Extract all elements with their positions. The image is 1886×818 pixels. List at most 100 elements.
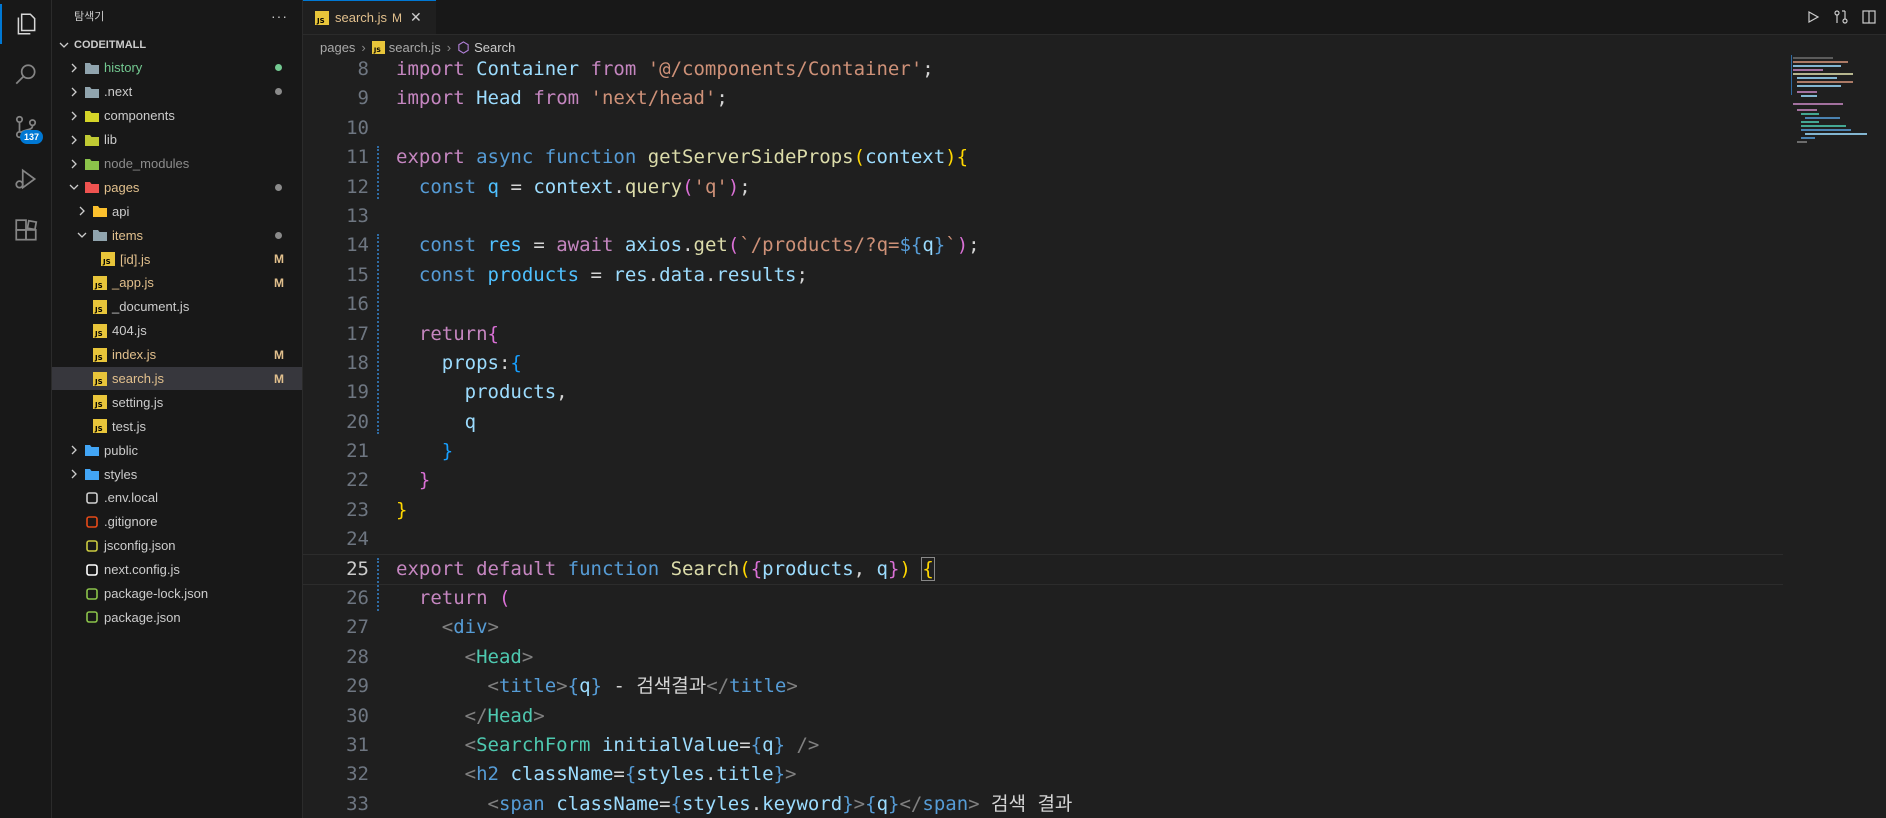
tree-item-history[interactable]: history	[52, 56, 302, 80]
svg-text:JS: JS	[94, 378, 103, 386]
tree-item-next-config-js[interactable]: next.config.js	[52, 558, 302, 582]
line-text: <div>	[441, 616, 499, 639]
tab-search-js[interactable]: JS search.js M ✕	[303, 0, 436, 34]
line-text: <span className={styles.keyword}>{q}</sp…	[487, 792, 1073, 815]
tree-item-pages[interactable]: pages	[52, 175, 302, 199]
vertical-scrollbar[interactable]	[1878, 55, 1886, 818]
code-line[interactable]: 8 import Container from '@/components/Con…	[303, 55, 1783, 84]
line-number: 30	[346, 704, 369, 727]
code-line[interactable]: 19 products,	[303, 378, 1783, 407]
tree-item-public[interactable]: public	[52, 438, 302, 462]
line-text: <SearchForm initialValue={q} />	[464, 733, 820, 756]
line-text: <h2 className={styles.title}>	[464, 763, 797, 786]
tree-item-jsconfig-json[interactable]: jsconfig.json	[52, 534, 302, 558]
chevron-right-icon	[66, 84, 82, 100]
line-text: return (	[418, 587, 511, 610]
workspace-name: CODEITMALL	[74, 39, 147, 51]
explorer-icon[interactable]	[0, 0, 51, 48]
code-line[interactable]: 32 <h2 className={styles.title}>	[303, 760, 1783, 789]
tree-item-label: history	[104, 60, 143, 76]
code-line[interactable]: 16	[303, 290, 1783, 319]
code-line[interactable]: 18 props:{	[303, 349, 1783, 378]
activity-bar: 137	[0, 0, 52, 818]
chevron-right-icon	[66, 156, 82, 172]
tree-item-test-js[interactable]: JS test.js	[52, 414, 302, 438]
tree-item-setting-js[interactable]: JS setting.js	[52, 390, 302, 414]
minimap[interactable]	[1783, 55, 1878, 215]
line-number: 12	[346, 175, 369, 198]
tree-item-label: node_modules	[104, 156, 190, 171]
tree-item-index-js[interactable]: JS index.js M	[52, 343, 302, 367]
code-line[interactable]: 13	[303, 202, 1783, 231]
code-line[interactable]: 24	[303, 525, 1783, 554]
svg-text:JS: JS	[94, 330, 103, 338]
code-line[interactable]: 12 const q = context.query('q');	[303, 173, 1783, 202]
gutter-change-marker	[377, 146, 382, 199]
search-icon[interactable]	[0, 51, 51, 99]
extensions-icon[interactable]	[0, 207, 51, 255]
line-text: import Container from '@/components/Cont…	[396, 58, 934, 80]
tree-item-styles[interactable]: styles	[52, 462, 302, 486]
code-line[interactable]: 26 return (	[303, 584, 1783, 613]
tree-item-env-local[interactable]: .env.local	[52, 486, 302, 510]
tree-item-items[interactable]: items	[52, 223, 302, 247]
compare-changes-icon[interactable]	[1832, 8, 1850, 26]
code-line[interactable]: 33 <span className={styles.keyword}>{q}<…	[303, 790, 1783, 818]
code-editor[interactable]: 8 import Container from '@/components/Con…	[303, 55, 1783, 818]
code-line[interactable]: 30 </Head>	[303, 702, 1783, 731]
tree-item-id-js[interactable]: JS [id].js M	[52, 247, 302, 271]
tree-item-label: jsconfig.json	[104, 538, 176, 554]
workspace-section[interactable]: CODEITMALL	[52, 34, 302, 56]
run-debug-icon[interactable]	[0, 155, 51, 203]
breadcrumb-symbol[interactable]: Search	[474, 40, 515, 55]
code-line[interactable]: 10	[303, 114, 1783, 143]
line-text: }	[396, 498, 408, 521]
line-number: 17	[346, 322, 369, 345]
code-line[interactable]: 28 <Head>	[303, 643, 1783, 672]
tree-item-lib[interactable]: lib	[52, 128, 302, 152]
tree-item-next[interactable]: .next	[52, 80, 302, 104]
line-number: 22	[346, 469, 369, 492]
line-text: import Head from 'next/head';	[396, 87, 728, 110]
breadcrumb-pages[interactable]: pages	[320, 40, 355, 55]
tree-item-components[interactable]: components	[52, 104, 302, 128]
code-line[interactable]: 21 }	[303, 437, 1783, 466]
code-line[interactable]: 20 q	[303, 408, 1783, 437]
tree-item-package-json[interactable]: package.json	[52, 605, 302, 629]
line-number: 27	[346, 616, 369, 639]
tree-item-document-js[interactable]: JS _document.js	[52, 295, 302, 319]
code-line[interactable]: 17 return{	[303, 320, 1783, 349]
tree-item-app-js[interactable]: JS _app.js M	[52, 271, 302, 295]
code-line[interactable]: 15 const products = res.data.results;	[303, 261, 1783, 290]
tree-item-label: api	[112, 203, 130, 219]
split-editor-icon[interactable]	[1860, 8, 1878, 26]
tree-item-404-js[interactable]: JS 404.js	[52, 319, 302, 343]
code-line[interactable]: 14 const res = await axios.get(`/product…	[303, 231, 1783, 260]
tree-item-label: next.config.js	[104, 562, 180, 578]
code-line[interactable]: 9 import Head from 'next/head';	[303, 84, 1783, 113]
line-text: <title>{q} - 검색결과</title>	[487, 675, 798, 698]
tree-item-package-lock-json[interactable]: package-lock.json	[52, 582, 302, 606]
chevron-right-icon	[66, 60, 82, 76]
tree-item-api[interactable]: api	[52, 199, 302, 223]
code-line[interactable]: 29 <title>{q} - 검색결과</title>	[303, 672, 1783, 701]
code-line[interactable]: 22 }	[303, 466, 1783, 495]
line-number: 19	[346, 381, 369, 404]
chevron-right-icon	[66, 442, 82, 458]
close-icon[interactable]: ✕	[410, 9, 422, 26]
line-text: const res = await axios.get(`/products/?…	[418, 234, 980, 257]
chevron-down-icon	[58, 39, 70, 51]
code-line[interactable]: 31 <SearchForm initialValue={q} />	[303, 731, 1783, 760]
more-actions-icon[interactable]: ···	[271, 8, 288, 24]
source-control-icon[interactable]: 137	[0, 103, 51, 151]
breadcrumb-file[interactable]: search.js	[389, 40, 441, 55]
code-line[interactable]: 25 export default function Search({produc…	[303, 553, 1783, 586]
code-line[interactable]: 23}	[303, 496, 1783, 525]
code-line[interactable]: 27 <div>	[303, 613, 1783, 642]
tree-item-search-js[interactable]: JS search.js M	[52, 366, 302, 391]
file-icon	[84, 514, 100, 530]
code-line[interactable]: 11 export async function getServerSidePro…	[303, 143, 1783, 172]
tree-item-node-modules[interactable]: node_modules	[52, 152, 302, 176]
tree-item-gitignore[interactable]: .gitignore	[52, 510, 302, 534]
run-icon[interactable]	[1804, 8, 1822, 26]
